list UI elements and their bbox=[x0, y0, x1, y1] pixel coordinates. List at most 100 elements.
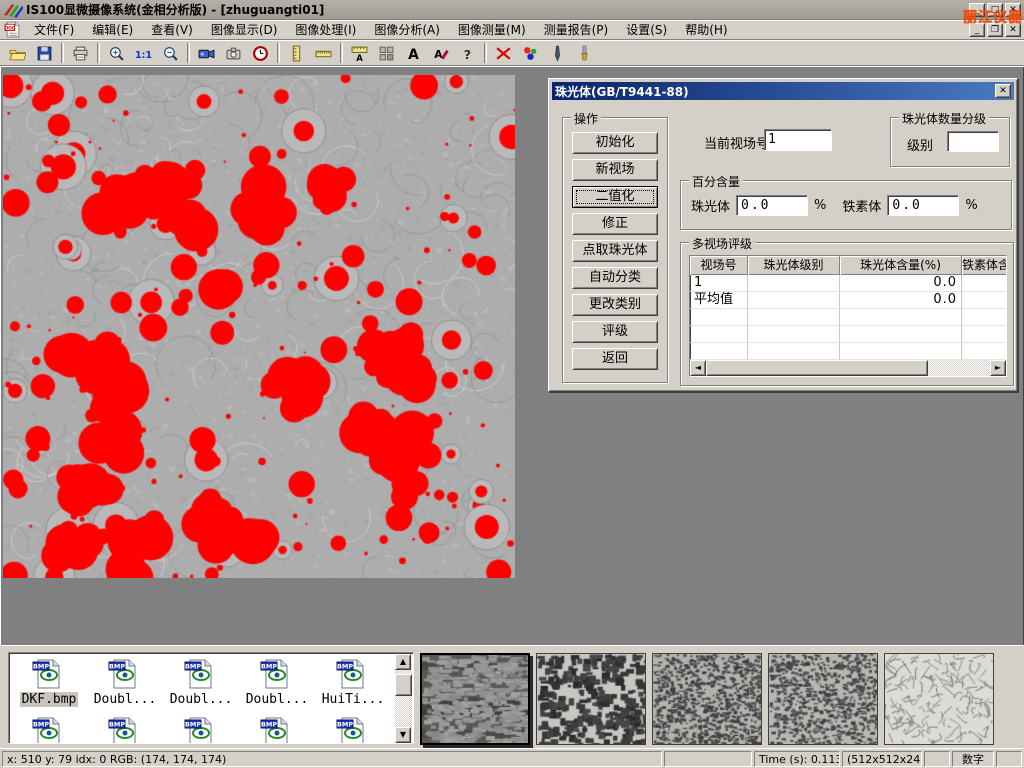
scroll-up-arrow[interactable]: ▲ bbox=[395, 654, 411, 670]
pen-tool-button[interactable] bbox=[544, 42, 571, 64]
operation-group: 操作 初始化新视场二值化修正点取珠光体自动分类更改类别评级返回 bbox=[562, 117, 668, 383]
op-button-9[interactable]: 返回 bbox=[572, 348, 658, 370]
op-button-7[interactable]: 更改类别 bbox=[572, 294, 658, 316]
brush-tool-button[interactable] bbox=[571, 42, 598, 64]
table-cell bbox=[962, 292, 1007, 309]
text-icon: A bbox=[405, 45, 422, 62]
rating-table[interactable]: 视场号珠光体级别珠光体含量(%)铁素体含量(%) 10.0平均值0.0 ◄ ► bbox=[689, 255, 1007, 377]
bmp-file-icon: BMP bbox=[259, 713, 295, 744]
file-name: Doubl... bbox=[244, 692, 311, 707]
particle-marker-button[interactable] bbox=[517, 42, 544, 64]
table-cell bbox=[690, 309, 748, 326]
table-horizontal-scrollbar[interactable]: ◄ ► bbox=[690, 360, 1006, 376]
open-button[interactable] bbox=[4, 42, 31, 64]
scroll-down-arrow[interactable]: ▼ bbox=[395, 727, 411, 743]
menu-item-10[interactable]: 帮助(H) bbox=[676, 21, 736, 39]
status-image-size: (512x512x24) bbox=[842, 751, 922, 767]
menu-item-1[interactable]: 文件(F) bbox=[25, 21, 83, 39]
table-cell bbox=[748, 275, 840, 292]
document-icon[interactable]: DOC bbox=[4, 21, 21, 38]
timer-button[interactable] bbox=[247, 42, 274, 64]
file-item-2[interactable]: BMPDoubl... bbox=[87, 655, 163, 707]
file-item-row2-5[interactable]: BMP bbox=[315, 713, 391, 744]
menu-item-7[interactable]: 图像测量(M) bbox=[449, 21, 535, 39]
thumbnail-3[interactable] bbox=[652, 653, 762, 745]
file-item-row2-4[interactable]: BMP bbox=[239, 713, 315, 744]
menu-bar: DOC 文件(F)编辑(E)查看(V)图像显示(D)图像处理(I)图像分析(A)… bbox=[0, 20, 1024, 40]
svg-text:BMP: BMP bbox=[261, 663, 277, 671]
table-row[interactable] bbox=[690, 326, 1006, 343]
video-camera-button[interactable] bbox=[193, 42, 220, 64]
file-item-3[interactable]: BMPDoubl... bbox=[163, 655, 239, 707]
menu-item-5[interactable]: 图像处理(I) bbox=[286, 21, 365, 39]
table-row[interactable] bbox=[690, 309, 1006, 326]
current-field-input[interactable]: 1 bbox=[764, 129, 832, 151]
save-button[interactable] bbox=[31, 42, 58, 64]
scrollbar-track[interactable] bbox=[706, 360, 990, 376]
micrograph-image[interactable] bbox=[3, 75, 515, 578]
pearlite-percent-input[interactable]: 0.0 bbox=[736, 195, 808, 216]
ferrite-percent-input[interactable]: 0.0 bbox=[887, 195, 959, 216]
zoom-out-button[interactable] bbox=[157, 42, 184, 64]
table-cell bbox=[748, 343, 840, 360]
thumbnail-2[interactable] bbox=[536, 653, 646, 745]
table-row[interactable]: 平均值0.0 bbox=[690, 292, 1006, 309]
file-item-5[interactable]: BMPHuiTi... bbox=[315, 655, 391, 707]
grid-button[interactable] bbox=[373, 42, 400, 64]
op-button-1[interactable]: 初始化 bbox=[572, 132, 658, 154]
op-button-8[interactable]: 评级 bbox=[572, 321, 658, 343]
bmp-file-icon: BMP bbox=[31, 713, 67, 744]
table-header-1[interactable]: 视场号 bbox=[690, 256, 748, 275]
bmp-file-icon: BMP bbox=[335, 713, 371, 744]
thumbnail-4[interactable] bbox=[768, 653, 878, 745]
table-row[interactable]: 10.0 bbox=[690, 275, 1006, 292]
horizontal-ruler-button[interactable] bbox=[310, 42, 337, 64]
menu-item-9[interactable]: 设置(S) bbox=[617, 21, 676, 39]
dialog-title-bar[interactable]: 珠光体(GB/T9441-88) ✕ bbox=[552, 82, 1014, 100]
annotate-button[interactable]: A bbox=[427, 42, 454, 64]
menu-item-3[interactable]: 查看(V) bbox=[142, 21, 202, 39]
file-vertical-scrollbar[interactable]: ▲ ▼ bbox=[395, 654, 412, 743]
menu-item-8[interactable]: 测量报告(P) bbox=[535, 21, 618, 39]
toolbar-separator bbox=[61, 43, 64, 63]
menu-item-4[interactable]: 图像显示(D) bbox=[202, 21, 287, 39]
svg-text:?: ? bbox=[464, 47, 471, 61]
table-cell: 0.0 bbox=[840, 275, 962, 292]
file-item-row2-1[interactable]: BMP bbox=[11, 713, 87, 744]
table-header-3[interactable]: 珠光体含量(%) bbox=[840, 256, 962, 275]
actual-size-button[interactable]: 1:1 bbox=[130, 42, 157, 64]
op-button-6[interactable]: 自动分类 bbox=[572, 267, 658, 289]
file-item-4[interactable]: BMP Doubl... bbox=[239, 655, 315, 707]
scrollbar-thumb[interactable] bbox=[706, 360, 928, 376]
capture-button[interactable] bbox=[220, 42, 247, 64]
calibration-button[interactable]: A bbox=[346, 42, 373, 64]
svg-text:BMP: BMP bbox=[261, 721, 277, 729]
print-button[interactable] bbox=[67, 42, 94, 64]
scroll-left-arrow[interactable]: ◄ bbox=[690, 360, 706, 376]
scrollbar-thumb[interactable] bbox=[395, 674, 412, 696]
zoom-in-button[interactable] bbox=[103, 42, 130, 64]
op-button-4[interactable]: 修正 bbox=[572, 213, 658, 235]
thumbnail-5[interactable] bbox=[884, 653, 994, 745]
scroll-right-arrow[interactable]: ► bbox=[990, 360, 1006, 376]
table-header-4[interactable]: 铁素体含量(%) bbox=[962, 256, 1007, 275]
dialog-close-button[interactable]: ✕ bbox=[995, 84, 1011, 98]
file-item-row2-3[interactable]: BMP bbox=[163, 713, 239, 744]
op-button-5[interactable]: 点取珠光体 bbox=[572, 240, 658, 262]
op-button-3[interactable]: 二值化 bbox=[572, 186, 658, 208]
file-item-1[interactable]: BMPDKF.bmp bbox=[11, 655, 87, 707]
grade-input[interactable] bbox=[947, 131, 999, 152]
menu-item-6[interactable]: 图像分析(A) bbox=[365, 21, 449, 39]
menu-item-2[interactable]: 编辑(E) bbox=[83, 21, 142, 39]
svg-text:BMP: BMP bbox=[109, 663, 125, 671]
file-item-row2-2[interactable]: BMP bbox=[87, 713, 163, 744]
bmp-file-icon: BMP bbox=[335, 655, 371, 691]
op-button-2[interactable]: 新视场 bbox=[572, 159, 658, 181]
vertical-ruler-button[interactable] bbox=[283, 42, 310, 64]
curve-tool-button[interactable] bbox=[490, 42, 517, 64]
thumbnail-1[interactable] bbox=[420, 653, 530, 745]
table-header-2[interactable]: 珠光体级别 bbox=[748, 256, 840, 275]
table-row[interactable] bbox=[690, 343, 1006, 360]
text-button[interactable]: A bbox=[400, 42, 427, 64]
help-button[interactable]: ? bbox=[454, 42, 481, 64]
